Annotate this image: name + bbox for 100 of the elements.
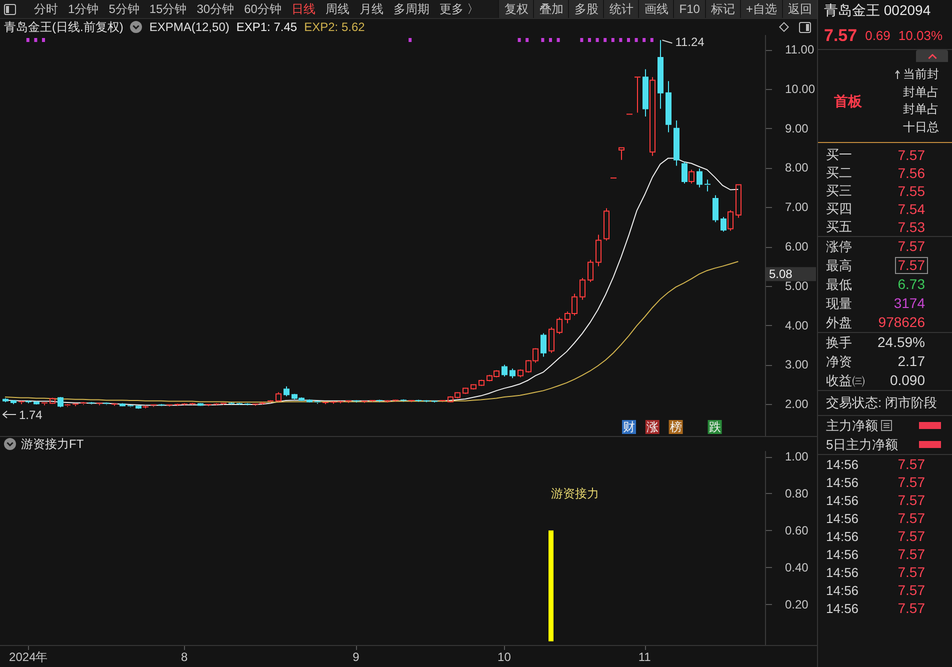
candlestick [284, 386, 290, 397]
candlestick [666, 80, 672, 133]
bid-price: 7.54 [896, 200, 926, 218]
tick-time: 14:56 [826, 492, 860, 508]
tick-price: 7.57 [896, 474, 926, 490]
tick-price: 7.57 [896, 546, 926, 562]
indicator-name: EXPMA(12,50) [149, 20, 230, 34]
board-label: 首板 [834, 93, 862, 111]
period-tab[interactable]: 分时 [30, 0, 62, 18]
toolbar-button[interactable]: 多股 [568, 0, 604, 18]
period-tab[interactable]: 月线 [355, 0, 388, 18]
candlestick [462, 387, 468, 394]
seal-info-label: 封单占 [903, 84, 939, 101]
tick-time: 14:56 [826, 564, 860, 580]
bid-price: 7.57 [896, 146, 926, 164]
tick-time: 14:56 [826, 528, 860, 544]
bid-label: 买一 [826, 146, 853, 164]
signal-mark [580, 38, 584, 42]
toolbar-button[interactable]: 画线 [638, 0, 674, 18]
event-tag: 涨 [645, 420, 660, 434]
tick-price: 7.57 [896, 582, 926, 598]
chevron-circle-icon[interactable] [4, 438, 16, 450]
candlestick [674, 120, 680, 166]
candlestick [712, 194, 718, 223]
bar-label: 游资接力 [551, 486, 599, 500]
candlestick [34, 400, 40, 405]
last-price: 7.57 [824, 26, 858, 46]
period-tab[interactable]: 60分钟 [240, 0, 286, 18]
candlestick [502, 364, 508, 377]
stat-value: 978626 [877, 314, 926, 331]
candlestick [548, 326, 554, 354]
period-tab[interactable]: 15分钟 [145, 0, 191, 18]
price-label: 1.74 [19, 408, 42, 422]
candlestick [510, 368, 516, 379]
tick-price: 7.57 [896, 600, 926, 616]
sidebar-icon[interactable] [799, 22, 811, 32]
candlestick [306, 398, 312, 403]
price-change: 0.69 [865, 28, 890, 43]
candlestick [10, 400, 16, 405]
event-tag: 榜 [668, 420, 683, 434]
collapse-button[interactable] [916, 50, 948, 62]
tick-price: 7.57 [896, 492, 926, 508]
period-tab[interactable]: 周线 [321, 0, 354, 18]
candlestick [658, 40, 664, 110]
stock-name: 青岛金王 002094 [823, 1, 932, 20]
axis-label: 2024年 [9, 650, 48, 664]
tick-time: 14:56 [826, 510, 860, 526]
stat-value: 6.73 [896, 276, 926, 293]
toolbar-button[interactable]: +自选 [740, 0, 782, 18]
stat-value: 3174 [892, 295, 926, 312]
axis-label: 1.00 [785, 451, 808, 464]
axis-label: 11 [638, 650, 651, 664]
axis-label: 0.60 [785, 523, 808, 538]
candlestick [580, 278, 586, 300]
candlestick [41, 402, 48, 406]
candlestick [198, 402, 204, 406]
leader-arrow [2, 410, 16, 418]
toolbar-button[interactable]: 返回 [782, 0, 817, 18]
signal-mark [634, 38, 638, 42]
bid-label: 买二 [826, 164, 853, 182]
toolbar-button[interactable]: 复权 [498, 0, 534, 18]
axis-label: 0.20 [785, 597, 808, 612]
toolbar-button[interactable]: 统计 [603, 0, 638, 18]
signal-mark [42, 38, 45, 42]
signal-mark [518, 38, 521, 42]
diamond-icon[interactable] [779, 22, 789, 32]
axis-label: 8.00 [785, 160, 808, 175]
toolbar-button[interactable]: 叠加 [533, 0, 568, 18]
stat-label: 现量 [826, 294, 853, 312]
bid-price: 7.56 [896, 164, 926, 182]
stat-value: 2.17 [896, 353, 926, 370]
candlestick [276, 392, 282, 402]
price-tag: 5.08 [766, 267, 816, 282]
period-tab[interactable]: 多周期 [389, 0, 434, 18]
period-tab[interactable]: 日线 [287, 0, 320, 18]
fund-flow-label: 主力净额 [826, 416, 878, 434]
period-tab[interactable]: 5分钟 [104, 0, 144, 18]
seal-info-label: 当前封 [903, 66, 939, 84]
toolbar-button[interactable]: 标记 [704, 0, 740, 18]
candlestick [736, 184, 742, 218]
stat-label: 换手 [826, 334, 853, 352]
seal-info-label: 十日总 [903, 118, 939, 136]
fund-flow-label: 5日主力净额 [826, 436, 898, 454]
stat-value: 24.59% [876, 334, 926, 351]
stat-label: 净资 [826, 352, 853, 370]
chevron-up-icon [928, 54, 936, 58]
signal-mark [596, 38, 599, 42]
tick-price: 7.57 [896, 528, 926, 544]
list-icon[interactable] [881, 420, 892, 431]
toolbar-button[interactable]: F10 [673, 0, 705, 18]
period-tab[interactable]: 更多 〉 [435, 0, 483, 18]
axis-label: 10 [498, 650, 511, 664]
period-tab[interactable]: 1分钟 [64, 0, 103, 18]
tick-time: 14:56 [826, 546, 860, 562]
stat-label: 收益㈢ [826, 372, 866, 390]
period-tab[interactable]: 30分钟 [192, 0, 238, 18]
signal-mark [541, 38, 544, 42]
stat-value: 7.57 [896, 238, 926, 255]
chevron-circle-icon[interactable] [130, 21, 142, 33]
chart-title: 青岛金王(日线.前复权) [4, 18, 124, 36]
